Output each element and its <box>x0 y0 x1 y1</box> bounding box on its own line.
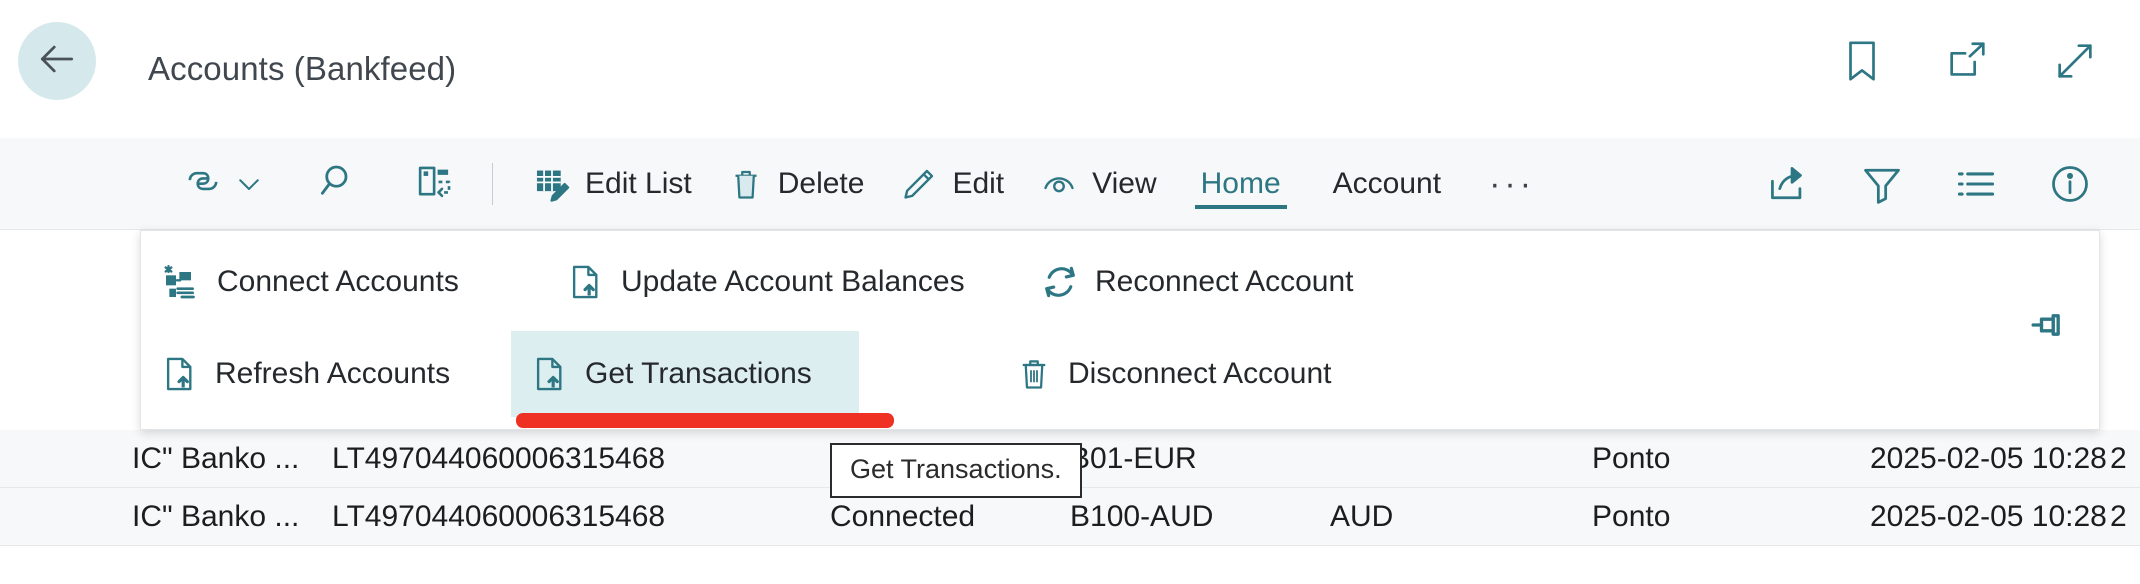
pin-button[interactable] <box>2025 303 2073 351</box>
ribbon-row-1: Connect Accounts Update Account Balances <box>141 239 2099 331</box>
trash-icon <box>728 165 764 203</box>
business-central-page: Accounts (Bankfeed) Edit List Delete Edi… <box>0 0 2140 584</box>
tab-home-label: Home <box>1200 166 1281 200</box>
reconnect-account-button[interactable]: Reconnect Account <box>1021 239 1374 325</box>
home-ribbon-panel: Connect Accounts Update Account Balances <box>140 230 2100 430</box>
cell-provider: Ponto <box>1592 499 1671 533</box>
connect-accounts-button[interactable]: Connect Accounts <box>141 239 479 325</box>
page-refresh-icon <box>414 160 456 207</box>
info-icon[interactable] <box>2048 162 2092 206</box>
grid-footer-space <box>0 546 2140 584</box>
disconnect-account-button[interactable]: Disconnect Account <box>996 331 1351 417</box>
cell-bank-name: IC" Banko ... <box>132 499 300 533</box>
chevron-down-icon <box>234 169 264 199</box>
page-arrow-up-icon <box>531 355 569 393</box>
refresh-circular-icon <box>1041 263 1079 301</box>
search-icon <box>318 160 360 207</box>
command-bar: Edit List Delete Edit View Home Account … <box>0 138 2140 230</box>
disconnect-account-label: Disconnect Account <box>1068 357 1332 390</box>
edit-list-button[interactable]: Edit List <box>515 153 710 215</box>
cell-date: 2025-02-05 10:28 <box>1870 499 2107 533</box>
overflow-menu-label: ··· <box>1489 164 1536 203</box>
page-arrow-up-icon <box>567 263 605 301</box>
connect-accounts-label: Connect Accounts <box>217 265 459 298</box>
expand-icon[interactable] <box>2052 38 2098 84</box>
cell-iban: LT497044060006315468 <box>332 441 666 475</box>
pencil-icon <box>900 165 938 203</box>
page-refresh-button[interactable] <box>400 153 470 215</box>
delete-button[interactable]: Delete <box>710 153 883 215</box>
cell-iban: LT497044060006315468 <box>332 499 666 533</box>
open-in-new-window-icon[interactable] <box>1944 38 1990 84</box>
copilot-icon <box>182 160 224 207</box>
title-bar: Accounts (Bankfeed) <box>0 0 2140 138</box>
delete-label: Delete <box>777 166 865 200</box>
bookmark-icon[interactable] <box>1842 38 1882 84</box>
annotation-underline <box>516 413 894 428</box>
cell-provider: Ponto <box>1592 441 1671 475</box>
edit-list-icon <box>533 165 571 203</box>
search-button[interactable] <box>304 153 374 215</box>
update-account-balances-button[interactable]: Update Account Balances <box>547 239 985 325</box>
back-button[interactable] <box>18 22 96 100</box>
edit-label: Edit <box>952 166 1005 200</box>
cell-account: B01-EUR <box>1070 441 1197 475</box>
trash-icon <box>1016 355 1052 393</box>
cell-currency: AUD <box>1330 499 1394 533</box>
page-arrow-up-icon <box>161 355 199 393</box>
cell-status: Connected <box>830 499 976 533</box>
ribbon-row-2: Refresh Accounts Get Transactions Discon… <box>141 331 2099 423</box>
tooltip-text: Get Transactions. <box>850 454 1062 484</box>
refresh-accounts-label: Refresh Accounts <box>215 357 451 390</box>
connect-accounts-icon <box>161 262 201 302</box>
list-view-icon[interactable] <box>1954 162 1998 206</box>
view-button[interactable]: View <box>1022 153 1174 215</box>
cell-tail: 2 <box>2110 499 2127 533</box>
command-bar-right <box>1766 138 2092 230</box>
reconnect-account-label: Reconnect Account <box>1095 265 1354 298</box>
title-actions <box>1842 38 2098 84</box>
cell-bank-name: IC" Banko ... <box>132 441 300 475</box>
eye-icon <box>1040 165 1078 203</box>
edit-button[interactable]: Edit <box>882 153 1022 215</box>
tab-account[interactable]: Account <box>1317 153 1457 215</box>
tab-home[interactable]: Home <box>1185 153 1297 215</box>
page-title: Accounts (Bankfeed) <box>148 50 457 87</box>
overflow-menu-button[interactable]: ··· <box>1467 153 1557 215</box>
get-transactions-label: Get Transactions <box>585 357 812 390</box>
share-icon[interactable] <box>1766 162 1810 206</box>
get-transactions-button[interactable]: Get Transactions <box>511 331 859 417</box>
update-account-balances-label: Update Account Balances <box>621 265 965 298</box>
cell-date: 2025-02-05 10:28 <box>1870 441 2107 475</box>
tooltip: Get Transactions. <box>830 443 1082 498</box>
refresh-accounts-button[interactable]: Refresh Accounts <box>141 331 470 417</box>
back-arrow-icon <box>35 37 79 86</box>
view-label: View <box>1092 166 1157 200</box>
pin-icon <box>2029 305 2069 350</box>
filter-icon[interactable] <box>1860 162 1904 206</box>
cell-account: B100-AUD <box>1070 499 1214 533</box>
tab-account-label: Account <box>1332 166 1442 200</box>
toolbar-divider <box>492 162 493 205</box>
edit-list-label: Edit List <box>585 166 692 200</box>
copilot-button[interactable] <box>168 153 278 215</box>
command-bar-left: Edit List Delete Edit View Home Account … <box>0 153 1557 215</box>
cell-tail: 2 <box>2110 441 2127 475</box>
